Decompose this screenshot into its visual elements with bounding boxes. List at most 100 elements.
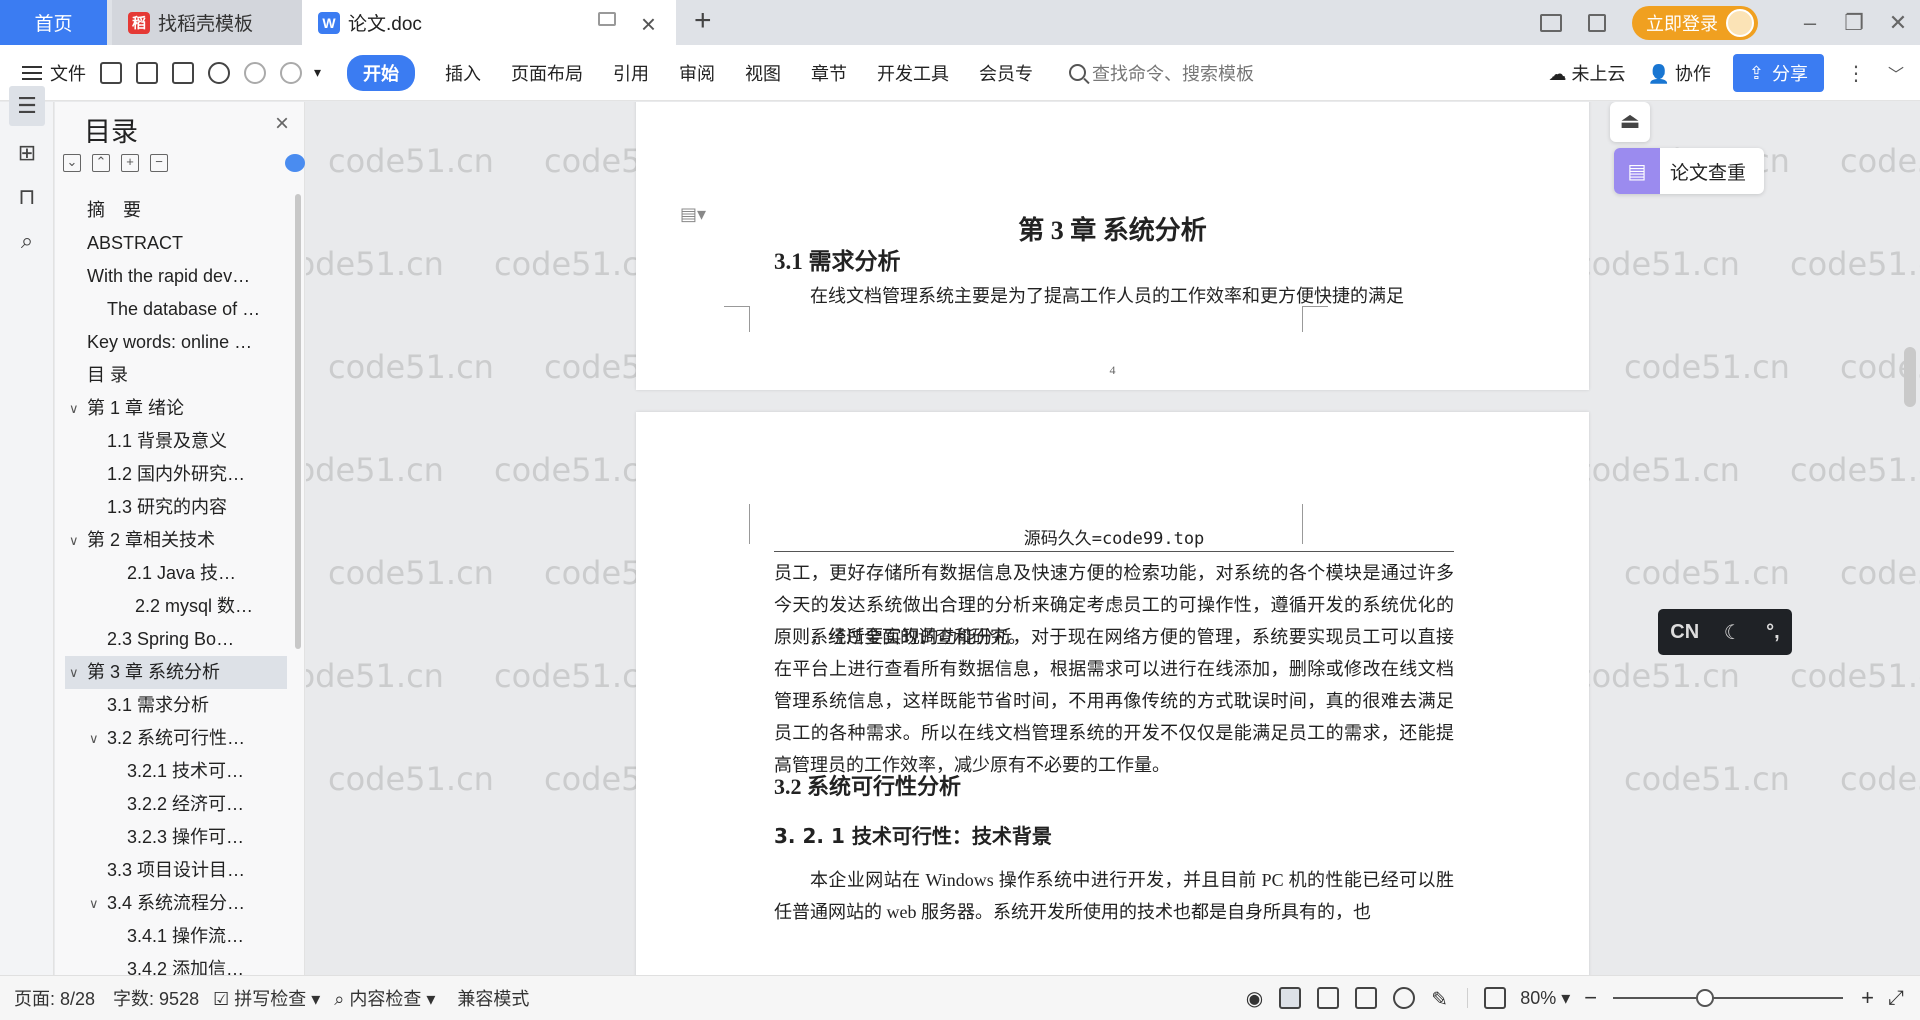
navigation-icon[interactable]: ⊞ <box>12 138 42 168</box>
tab-view[interactable]: 视图 <box>745 60 781 86</box>
tab-references[interactable]: 引用 <box>613 60 649 86</box>
zoom-out-icon[interactable]: − <box>1584 985 1597 1011</box>
punctuation-icon[interactable]: °, <box>1766 621 1780 644</box>
restore-icon[interactable]: ❐ <box>1832 10 1876 36</box>
expand-caret-icon[interactable]: ∨ <box>89 722 99 755</box>
word-count[interactable]: 字数: 9528 <box>113 985 199 1011</box>
toc-item[interactable]: ∨ 第 3 章 系统分析 <box>65 656 287 689</box>
toc-item[interactable]: 2.2 mysql 数… <box>65 590 287 623</box>
zoom-slider[interactable] <box>1613 989 1844 1007</box>
tab-review[interactable]: 审阅 <box>679 60 715 86</box>
document-scrollbar[interactable] <box>1904 347 1916 407</box>
toc-item[interactable]: ∨ 3.2 系统可行性… <box>65 722 287 755</box>
export-icon[interactable] <box>136 61 158 84</box>
toc-item[interactable]: ∨ 第 2 章相关技术 <box>65 524 287 557</box>
close-icon[interactable]: × <box>275 110 289 138</box>
expand-all-icon[interactable]: ⌃ <box>92 154 110 172</box>
tab-developer[interactable]: 开发工具 <box>877 60 949 86</box>
toc-item[interactable]: 2.1 Java 技… <box>65 557 287 590</box>
web-view-icon[interactable] <box>1393 987 1416 1009</box>
toc-item[interactable]: 2.3 Spring Bo… <box>65 623 287 656</box>
file-menu[interactable]: 文件 <box>22 60 86 86</box>
zoom-level[interactable]: 80% ▾ <box>1520 988 1570 1009</box>
zoom-slider-thumb[interactable] <box>1696 989 1715 1007</box>
share-button[interactable]: ⇪ 分享 <box>1732 54 1824 92</box>
page-indicator[interactable]: 页面: 8/28 <box>14 985 95 1011</box>
find-icon[interactable]: ⌕ <box>12 226 42 256</box>
fullscreen-icon[interactable]: ⤢ <box>1888 987 1904 1010</box>
collapse-ribbon-icon[interactable]: ﹀ <box>1888 61 1904 85</box>
cloud-status[interactable]: ☁ 未上云 <box>1548 60 1625 86</box>
toc-item[interactable]: 3.3 项目设计目… <box>65 854 287 887</box>
save-icon[interactable] <box>100 61 122 84</box>
toc-item[interactable]: The database of … <box>65 293 287 326</box>
toc-item[interactable]: 1.1 背景及意义 <box>65 425 287 458</box>
preview-icon[interactable] <box>208 61 230 84</box>
read-view-icon[interactable] <box>1355 987 1378 1009</box>
zoom-in-icon[interactable]: + <box>1861 985 1874 1011</box>
expand-caret-icon[interactable]: ∨ <box>69 656 79 689</box>
undo-icon[interactable] <box>244 61 266 84</box>
moon-icon[interactable]: ☾ <box>1724 620 1742 645</box>
toc-item[interactable]: 3.4.1 操作流… <box>65 920 287 953</box>
ime-lang[interactable]: CN <box>1670 621 1699 644</box>
tab-chapter[interactable]: 章节 <box>811 60 847 86</box>
grid-icon[interactable] <box>1588 13 1606 32</box>
tab-document[interactable]: W 论文.doc × <box>302 0 676 45</box>
paragraph[interactable]: 在线文档管理系统主要是为了提高工作人员的工作效率和更方便快捷的满足 <box>774 280 1454 312</box>
spell-check[interactable]: ☑ 拼写检查 ▾ <box>213 985 320 1011</box>
collab-button[interactable]: 👤 协作 <box>1647 60 1710 86</box>
ai-assistant-icon[interactable] <box>285 154 305 172</box>
toc-item[interactable]: Key words: online … <box>65 326 287 359</box>
more-icon[interactable]: ⋮ <box>1846 61 1866 86</box>
section-heading-3-2[interactable]: 3.2 系统可行性分析 <box>774 769 961 801</box>
monitor-icon[interactable] <box>598 12 616 26</box>
expand-caret-icon[interactable]: ∨ <box>69 392 79 425</box>
print-icon[interactable] <box>172 61 194 84</box>
page-view-icon[interactable] <box>1279 987 1302 1009</box>
collapse-up-icon[interactable]: ⏏ <box>1610 102 1650 142</box>
toc-item[interactable]: ∨ 第 1 章 绪论 <box>65 392 287 425</box>
paragraph[interactable]: 本企业网站在 Windows 操作系统中进行开发，并且目前 PC 机的性能已经可… <box>774 864 1454 928</box>
toc-panel-icon[interactable]: ☰ <box>9 86 45 126</box>
content-check[interactable]: ⌕ 内容检查 ▾ <box>334 985 435 1011</box>
remove-heading-icon[interactable]: − <box>150 154 168 172</box>
close-tab-icon[interactable]: × <box>641 9 656 40</box>
fit-page-icon[interactable] <box>1484 987 1507 1009</box>
toc-item[interactable]: 3.2.3 操作可… <box>65 821 287 854</box>
toc-item[interactable]: 1.3 研究的内容 <box>65 491 287 524</box>
tab-insert[interactable]: 插入 <box>445 60 481 86</box>
command-search[interactable]: 查找命令、搜索模板 <box>1069 60 1254 86</box>
ime-toolbar[interactable]: CN ☾ °, <box>1658 609 1792 655</box>
bookmark-icon[interactable]: ⊓ <box>12 182 42 212</box>
tab-home[interactable]: 首页 <box>0 0 107 45</box>
tab-member[interactable]: 会员专 <box>979 60 1033 86</box>
login-button[interactable]: 立即登录 <box>1632 5 1758 40</box>
toc-item[interactable]: 3.1 需求分析 <box>65 689 287 722</box>
tab-start[interactable]: 开始 <box>347 54 416 91</box>
section-heading-3-1[interactable]: 3.1 需求分析 <box>774 242 901 276</box>
toc-item[interactable]: ∨ 3.4 系统流程分… <box>65 887 287 920</box>
paragraph[interactable]: 系统所要实现的功能分析，对于现在网络方便的管理，系统要实现员工可以直接在平台上进… <box>774 621 1454 781</box>
new-tab-button[interactable]: + <box>694 4 712 38</box>
toc-item[interactable]: 摘 要 <box>65 194 287 227</box>
close-window-icon[interactable]: ✕ <box>1876 10 1920 36</box>
toc-item[interactable]: 3.2.2 经济可… <box>65 788 287 821</box>
expand-caret-icon[interactable]: ∨ <box>69 524 79 557</box>
toc-item[interactable]: 3.2.1 技术可… <box>65 755 287 788</box>
collapse-all-icon[interactable]: ⌄ <box>63 154 81 172</box>
toc-item[interactable]: With the rapid dev… <box>65 260 287 293</box>
toc-item[interactable]: 目 录 <box>65 359 287 392</box>
chevron-down-icon[interactable]: ▾ <box>314 64 321 81</box>
paper-check-button[interactable]: ▤ 论文查重 <box>1614 148 1764 194</box>
toc-item[interactable]: ABSTRACT <box>65 227 287 260</box>
eye-protection-icon[interactable]: ◉ <box>1246 986 1263 1011</box>
tab-zhaodaoke[interactable]: 稻 找稻壳模板 <box>112 0 302 45</box>
outline-view-icon[interactable] <box>1317 987 1340 1009</box>
section-heading-3-2-1[interactable]: 3. 2. 1 技术可行性：技术背景 <box>774 820 1052 849</box>
toc-scrollbar[interactable] <box>295 194 301 649</box>
layout-icon[interactable] <box>1540 13 1562 32</box>
redo-icon[interactable] <box>280 61 302 84</box>
tab-page-layout[interactable]: 页面布局 <box>511 60 583 86</box>
expand-caret-icon[interactable]: ∨ <box>89 887 99 920</box>
